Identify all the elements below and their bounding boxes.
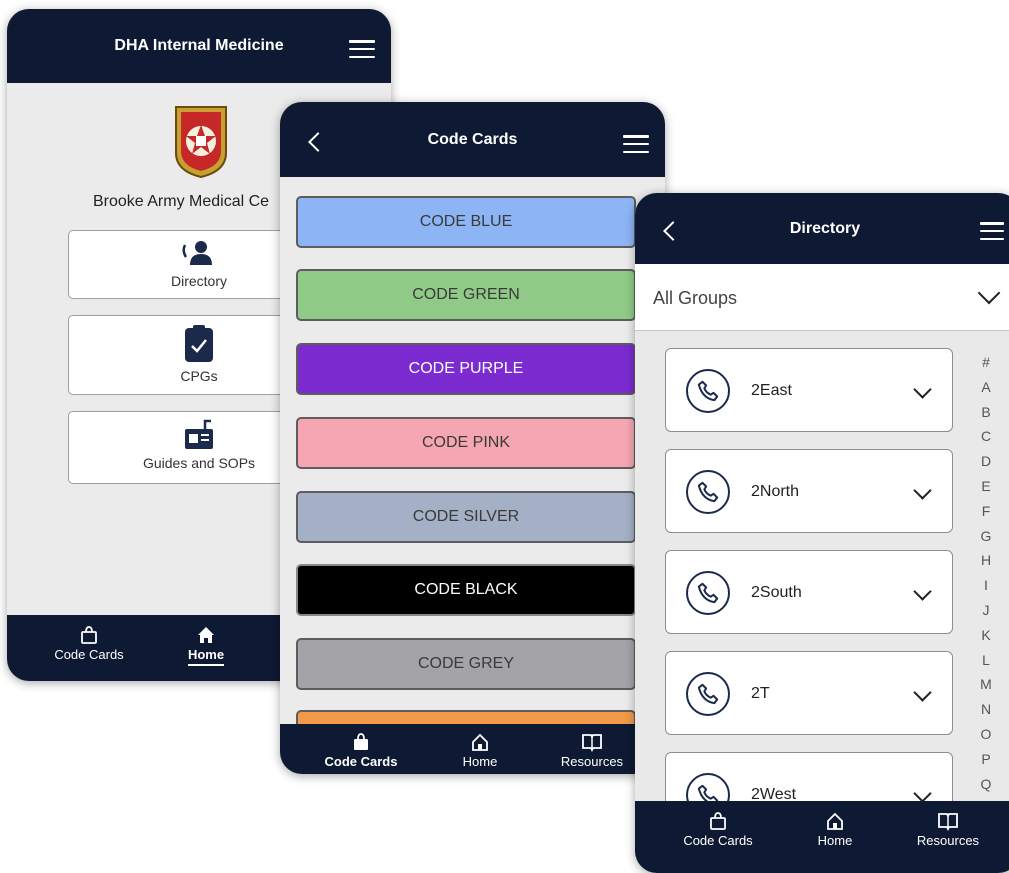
phone-icon	[686, 470, 730, 514]
code-label: CODE PURPLE	[408, 360, 524, 377]
code-cards-screen: Code Cards CODE BLUE CODE GREEN CODE PUR…	[280, 102, 665, 774]
phone-icon	[686, 571, 730, 615]
alphabet-letter[interactable]: #	[979, 350, 993, 375]
directory-entry-2north[interactable]: 2North	[665, 449, 953, 533]
chevron-down-icon	[913, 784, 932, 803]
nav-label: Home	[462, 754, 498, 769]
app-header: DHA Internal Medicine	[7, 9, 391, 83]
nav-label: Code Cards	[683, 833, 753, 848]
alphabet-letter[interactable]: P	[979, 747, 993, 772]
entry-name: 2South	[751, 584, 802, 601]
alphabet-letter[interactable]: A	[979, 375, 993, 400]
chevron-down-icon	[913, 683, 932, 702]
nav-resources[interactable]: Resources	[547, 732, 637, 769]
nav-label: Home	[817, 833, 853, 848]
entry-name: 2T	[751, 685, 770, 702]
shopping-bag-icon	[81, 626, 97, 644]
directory-icon	[182, 241, 212, 265]
entry-name: 2North	[751, 483, 800, 500]
hospital-logo	[175, 106, 227, 179]
clipboard-check-icon	[185, 325, 213, 362]
entry-name: 2East	[751, 382, 792, 399]
shopping-bag-icon	[354, 733, 368, 750]
shopping-bag-icon	[710, 812, 726, 830]
directory-screen: Directory All Groups 2East 2North 2South	[635, 193, 1009, 873]
alphabet-letter[interactable]: J	[979, 598, 993, 623]
nav-code-cards[interactable]: Code Cards	[316, 732, 406, 769]
chevron-down-icon	[977, 281, 1001, 305]
directory-entry-2south[interactable]: 2South	[665, 550, 953, 634]
alphabet-letter[interactable]: O	[979, 722, 993, 747]
home-icon	[198, 627, 214, 643]
code-purple-button[interactable]: CODE PURPLE	[296, 343, 636, 395]
code-silver-button[interactable]: CODE SILVER	[296, 491, 636, 543]
bottom-nav: Code Cards Home Resources	[280, 724, 665, 774]
home-icon	[827, 812, 843, 830]
menu-icon[interactable]	[349, 40, 375, 58]
phone-icon	[686, 672, 730, 716]
code-pink-button[interactable]: CODE PINK	[296, 417, 636, 469]
menu-icon[interactable]	[623, 135, 649, 153]
page-title: Code Cards	[427, 130, 518, 148]
back-icon[interactable]	[308, 132, 328, 152]
bottom-nav: Code Cards Home Resources	[635, 801, 1009, 873]
alphabet-letter[interactable]: M	[979, 672, 993, 697]
alphabet-letter[interactable]: L	[979, 648, 993, 673]
alphabet-letter[interactable]: K	[979, 623, 993, 648]
nav-home[interactable]: Home	[161, 625, 251, 666]
book-icon	[938, 813, 958, 831]
alphabet-letter[interactable]: N	[979, 697, 993, 722]
chevron-down-icon	[913, 582, 932, 601]
code-grey-button[interactable]: CODE GREY	[296, 638, 636, 690]
code-black-button[interactable]: CODE BLACK	[296, 564, 636, 616]
alphabet-letter[interactable]: F	[979, 499, 993, 524]
hospital-name: Brooke Army Medical Ce	[93, 193, 270, 210]
alphabet-letter[interactable]: B	[979, 400, 993, 425]
book-icon	[582, 734, 602, 752]
page-title: DHA Internal Medicine	[114, 37, 284, 54]
nav-label: Home	[187, 647, 225, 666]
nav-label: Resources	[916, 833, 980, 848]
phone-icon	[686, 369, 730, 413]
alphabet-letter[interactable]: D	[979, 449, 993, 474]
page-title: Directory	[789, 219, 861, 237]
chevron-down-icon	[913, 481, 932, 500]
code-label: CODE GREY	[417, 655, 514, 672]
directory-entry-2east[interactable]: 2East	[665, 348, 953, 432]
nav-label: Resources	[560, 754, 624, 769]
nav-code-cards[interactable]: Code Cards	[44, 625, 134, 662]
code-label: CODE SILVER	[412, 508, 520, 525]
app-header: Code Cards	[280, 102, 665, 177]
chevron-down-icon	[913, 380, 932, 399]
menu-icon[interactable]	[980, 222, 1004, 240]
code-green-button[interactable]: CODE GREEN	[296, 269, 636, 321]
home-icon	[472, 733, 488, 751]
nav-label: Code Cards	[324, 754, 398, 769]
group-filter-select[interactable]: All Groups	[635, 264, 1009, 331]
group-filter-value: All Groups	[653, 288, 738, 308]
app-header: Directory	[635, 193, 1009, 264]
nav-code-cards[interactable]: Code Cards	[673, 811, 763, 848]
directory-entry-2t[interactable]: 2T	[665, 651, 953, 735]
code-blue-button[interactable]: CODE BLUE	[296, 196, 636, 248]
nav-resources[interactable]: Resources	[903, 811, 993, 848]
guides-icon	[185, 419, 213, 449]
alphabet-letter[interactable]: E	[979, 474, 993, 499]
alphabet-letter[interactable]: C	[979, 424, 993, 449]
alphabet-letter[interactable]: I	[979, 573, 993, 598]
alphabet-index: # A B C D E F G H I J K L M N O P Q	[979, 350, 993, 796]
back-icon[interactable]	[663, 221, 683, 241]
code-label: CODE GREEN	[412, 286, 520, 303]
alphabet-letter[interactable]: Q	[979, 772, 993, 797]
nav-home[interactable]: Home	[435, 732, 525, 769]
alphabet-letter[interactable]: G	[979, 524, 993, 549]
nav-home[interactable]: Home	[790, 811, 880, 848]
code-label: CODE BLACK	[414, 581, 518, 598]
nav-label: Code Cards	[54, 647, 124, 662]
code-label: CODE BLUE	[419, 213, 513, 230]
code-label: CODE PINK	[421, 434, 510, 451]
alphabet-letter[interactable]: H	[979, 548, 993, 573]
